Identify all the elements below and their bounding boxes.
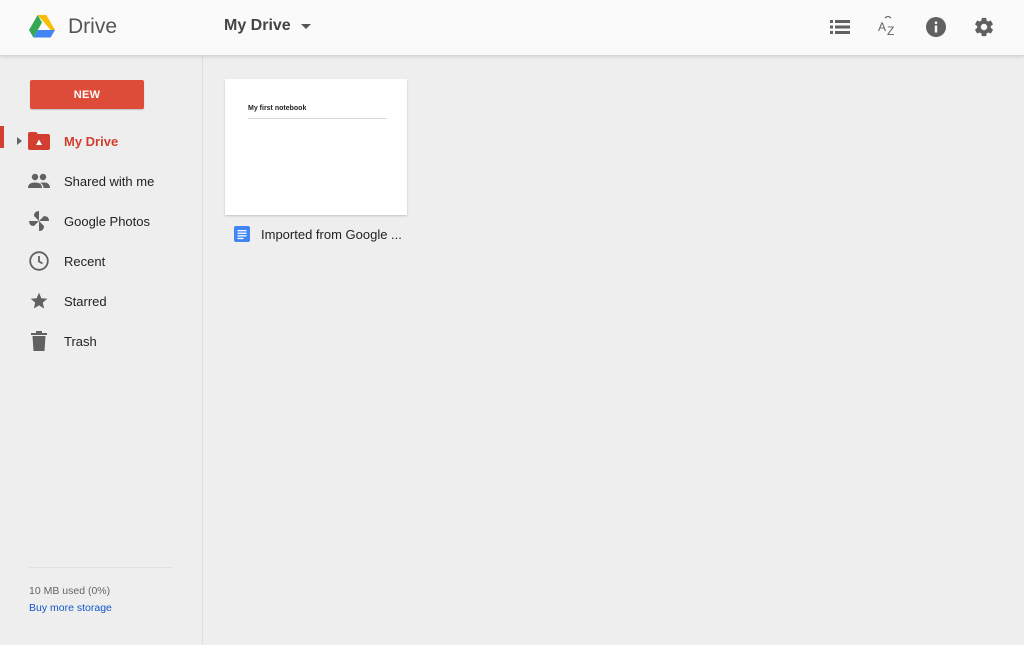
clock-icon — [28, 250, 50, 272]
sidebar-item-trash[interactable]: Trash — [0, 321, 202, 361]
sidebar-item-google-photos[interactable]: Google Photos — [0, 201, 202, 241]
info-icon — [926, 17, 946, 37]
sidebar-item-label: Trash — [64, 333, 97, 349]
list-view-button[interactable] — [827, 14, 853, 40]
top-bar: Drive My Drive A Z — [0, 0, 1024, 56]
thumbnail-rule — [248, 118, 387, 119]
star-icon — [28, 290, 50, 312]
svg-text:Z: Z — [887, 24, 894, 38]
sidebar-item-starred[interactable]: Starred — [0, 281, 202, 321]
storage-usage: 10 MB used (0%) — [29, 585, 111, 597]
sidebar-item-label: Shared with me — [64, 173, 155, 189]
breadcrumb-label: My Drive — [224, 17, 291, 34]
sidebar-item-label: Recent — [64, 253, 106, 269]
sidebar: NEW My Drive Shared with me Google Photo… — [0, 56, 203, 645]
svg-text:A: A — [878, 20, 886, 34]
chevron-down-icon — [300, 23, 311, 29]
drive-logo-icon[interactable] — [29, 15, 55, 38]
sidebar-item-shared[interactable]: Shared with me — [0, 161, 202, 201]
file-name: Imported from Google ... — [261, 226, 402, 242]
breadcrumb-my-drive[interactable]: My Drive — [224, 17, 311, 35]
file-thumbnail[interactable]: My first notebook — [225, 79, 407, 215]
settings-icon — [975, 17, 993, 37]
photos-pinwheel-icon — [28, 210, 50, 232]
sidebar-item-recent[interactable]: Recent — [0, 241, 202, 281]
sidebar-nav: My Drive Shared with me Google Photos Re… — [0, 121, 202, 361]
sidebar-item-label: Starred — [64, 293, 107, 309]
trash-icon — [28, 330, 50, 352]
sidebar-item-label: Google Photos — [64, 213, 151, 229]
settings-button[interactable] — [971, 14, 997, 40]
people-icon — [28, 170, 50, 192]
thumbnail-title: My first notebook — [248, 105, 307, 112]
sidebar-item-label: My Drive — [64, 133, 119, 149]
new-button[interactable]: NEW — [30, 80, 144, 109]
sidebar-item-my-drive[interactable]: My Drive — [0, 121, 202, 161]
google-docs-icon — [234, 226, 250, 242]
storage-divider — [29, 567, 172, 568]
app-name[interactable]: Drive — [68, 15, 117, 39]
list-view-icon — [830, 20, 850, 34]
sort-button[interactable]: A Z — [875, 14, 901, 40]
file-name-row[interactable]: Imported from Google ... — [234, 224, 409, 244]
info-button[interactable] — [923, 14, 949, 40]
drive-folder-icon — [28, 130, 50, 152]
sort-az-icon: A Z — [878, 16, 894, 38]
expand-arrow-icon[interactable] — [17, 137, 22, 145]
buy-storage-link[interactable]: Buy more storage — [29, 602, 112, 614]
